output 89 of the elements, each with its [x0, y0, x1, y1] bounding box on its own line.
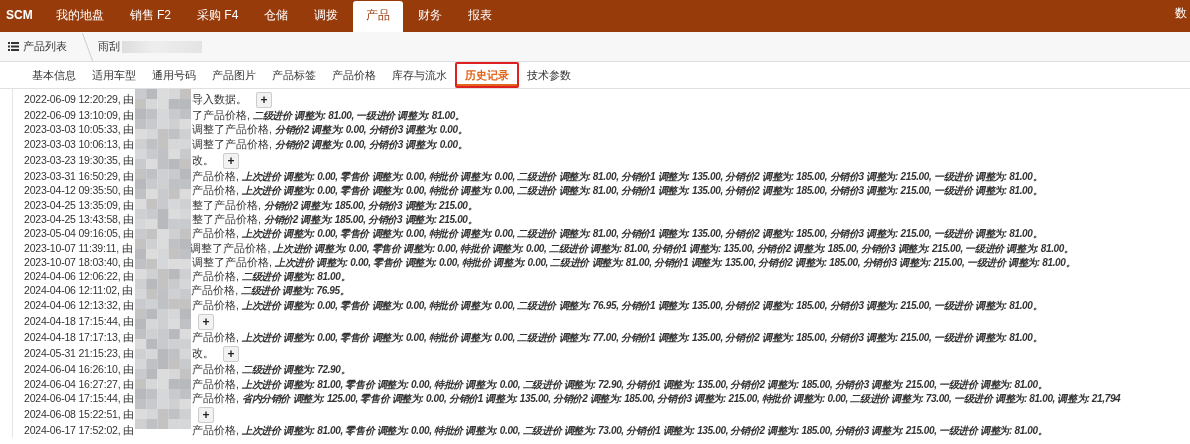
- log-timestamp: 2023-03-03 10:06:13, 由: [24, 137, 134, 152]
- header-text: 数: [1175, 5, 1187, 22]
- log-action: 导入数据。: [191, 93, 247, 107]
- log-action: 调整了产品价格,: [190, 241, 271, 256]
- nav-item[interactable]: 调拨: [301, 8, 352, 32]
- log-action: 产品价格,: [191, 424, 239, 439]
- expand-button[interactable]: +: [255, 92, 272, 108]
- log-action: 产品价格,: [191, 184, 239, 199]
- log-action: 整了产品价格,: [191, 212, 261, 227]
- tab[interactable]: 库存与流水: [384, 64, 455, 86]
- log-timestamp: 2022-06-09 13:10:09, 由: [24, 109, 134, 124]
- log-detail: 上次进价 调整为: 0.00, 零售价 调整为: 0.00, 特批价 调整为: 0.00, 二级进价 调整为: 81.00, 分销价1 调整为: 135.00, 分销价2 调整为: 185.00, 分销价3 调整为: 215.00, 一级进价 调整为: 81.00。: [241, 227, 1043, 242]
- log-timestamp: 2024-06-04 16:27:27, 由: [24, 377, 134, 392]
- log-timestamp: 2024-04-06 12:11:02, 由: [24, 284, 134, 299]
- log-timestamp: 2024-06-08 15:22:51, 由: [24, 408, 134, 423]
- log-action: 调整了产品价格,: [191, 123, 272, 138]
- log-action: 改。: [191, 153, 214, 168]
- log-detail: 省内分销价 调整为: 125.00, 零售价 调整为: 0.00, 分销价1 调整为: 135.00, 分销价2 调整为: 185.00, 分销价3 调整为: 215.00, 特批价 调整为: 0.00, 二级进价 调整为: 73.00, 一级进价 调整为: 81.00, 调整为: 21,794: [241, 391, 1121, 406]
- log-timestamp: 2024-04-18 17:17:13, 由: [24, 331, 134, 345]
- log-timestamp: 2023-03-23 19:30:35, 由: [24, 153, 134, 168]
- log-detail: 上次进价 调整为: 0.00, 零售价 调整为: 0.00, 特批价 调整为: 0.00, 二级进价 调整为: 76.95, 分销价1 调整为: 135.00, 分销价2 调整为: 185.00, 分销价3 调整为: 215.00, 一级进价 调整为: 81.00。: [241, 298, 1043, 313]
- log-action: 产品价格,: [191, 377, 239, 392]
- log-action: 整了产品价格,: [191, 198, 261, 213]
- log-timestamp: 2023-05-04 09:16:05, 由: [24, 227, 134, 242]
- log-detail: 上次进价 调整为: 0.00, 零售价 调整为: 0.00, 特批价 调整为: 0.00, 二级进价 调整为: 77.00, 分销价1 调整为: 135.00, 分销价2 调整为: 185.00, 分销价3 调整为: 215.00, 一级进价 调整为: 81.00。: [241, 331, 1043, 345]
- breadcrumb-current: 雨刮: [98, 39, 121, 54]
- tab[interactable]: 基本信息: [24, 64, 84, 86]
- nav-item[interactable]: 产品: [353, 1, 404, 32]
- log-timestamp: 2023-04-25 13:43:58, 由: [24, 212, 134, 227]
- tab[interactable]: 产品图片: [204, 64, 264, 86]
- nav-item[interactable]: 报表: [455, 8, 506, 32]
- tab[interactable]: 适用车型: [84, 64, 144, 86]
- log-detail: 二级进价 调整为: 81.00, 一级进价 调整为: 81.00。: [252, 109, 465, 124]
- expand-button[interactable]: +: [197, 313, 214, 330]
- log-action: 改。: [191, 347, 214, 362]
- log-timestamp: 2024-06-04 16:26:10, 由: [24, 363, 134, 378]
- tab[interactable]: 产品价格: [324, 64, 384, 86]
- log-action: 产品价格,: [191, 270, 239, 285]
- log-timestamp: 2024-04-06 12:13:32, 由: [24, 298, 134, 313]
- log-detail: 二级进价 调整为: 72.90。: [241, 363, 351, 378]
- log-action: 产品价格,: [191, 170, 239, 185]
- nav-item[interactable]: 财务: [405, 8, 456, 32]
- log-detail: 分销价2 调整为: 185.00, 分销价3 调整为: 215.00。: [263, 212, 478, 227]
- log-timestamp: 2022-06-09 12:20:29, 由: [24, 93, 134, 107]
- log-detail: 上次进价 调整为: 0.00, 零售价 调整为: 0.00, 特批价 调整为: 0.00, 二级进价 调整为: 81.00, 分销价1 调整为: 135.00, 分销价2 调整为: 185.00, 分销价3 调整为: 215.00, 一级进价 调整为: 81.00。: [241, 170, 1043, 185]
- log-action: 产品价格,: [191, 391, 239, 406]
- product-list-link[interactable]: 产品列表: [0, 39, 77, 54]
- log-action: 了产品价格,: [191, 109, 250, 124]
- log-detail: 二级进价 调整为: 81.00。: [241, 270, 351, 285]
- nav-item[interactable]: 我的地盘: [42, 8, 117, 32]
- expand-button[interactable]: +: [197, 407, 214, 424]
- log-action: 产品价格,: [191, 284, 239, 299]
- log-action: 产品价格,: [191, 331, 239, 345]
- log-timestamp: 2023-10-07 18:03:40, 由: [24, 255, 134, 270]
- nav-item[interactable]: 销售 F2: [116, 8, 184, 32]
- log-detail: 分销价2 调整为: 0.00, 分销价3 调整为: 0.00。: [274, 137, 468, 152]
- log-timestamp: 2023-03-31 16:50:29, 由: [24, 170, 134, 185]
- brand-logo[interactable]: SCM: [0, 8, 43, 32]
- log-detail: 上次进价 调整为: 0.00, 零售价 调整为: 0.00, 特批价 调整为: 0.00, 二级进价 调整为: 81.00, 分销价1 调整为: 135.00, 分销价2 调整为: 185.00, 分销价3 调整为: 215.00, 一级进价 调整为: 81.00。: [241, 184, 1043, 199]
- expand-button[interactable]: +: [222, 346, 239, 363]
- log-detail: 上次进价 调整为: 81.00, 零售价 调整为: 0.00, 特批价 调整为: 0.00, 二级进价 调整为: 72.90, 分销价1 调整为: 135.00, 分销价2 调整为: 185.00, 分销价3 调整为: 215.00, 一级进价 调整为: 81.00。: [241, 377, 1048, 392]
- expand-button[interactable]: +: [222, 152, 239, 169]
- log-action: 产品价格,: [191, 227, 239, 242]
- log-detail: 二级进价 调整为: 76.95。: [241, 284, 350, 299]
- log-action: 产品价格,: [191, 298, 239, 313]
- log-action: 产品价格,: [191, 363, 239, 378]
- log-detail: 分销价2 调整为: 185.00, 分销价3 调整为: 215.00。: [263, 198, 478, 213]
- log-detail: 上次进价 调整为: 81.00, 零售价 调整为: 0.00, 特批价 调整为: 0.00, 二级进价 调整为: 73.00, 分销价1 调整为: 135.00, 分销价2 调整为: 185.00, 分销价3 调整为: 215.00, 一级进价 调整为: 81.00。: [241, 424, 1048, 439]
- nav-item[interactable]: 采购 F4: [184, 8, 252, 32]
- log-timestamp: 2023-04-12 09:35:50, 由: [24, 184, 134, 199]
- log-timestamp: 2024-06-04 17:15:44, 由: [24, 391, 134, 406]
- tab[interactable]: 历史记录: [455, 62, 519, 88]
- tab[interactable]: 技术参数: [519, 64, 579, 86]
- nav-item[interactable]: 仓储: [251, 8, 302, 32]
- log-timestamp: 2024-06-17 17:52:02, 由: [24, 424, 134, 439]
- tab[interactable]: 产品标签: [264, 64, 324, 86]
- list-icon: [8, 42, 19, 51]
- tab[interactable]: 通用号码: [144, 64, 204, 86]
- log-timestamp: 2023-10-07 11:39:11, 由: [24, 241, 133, 256]
- log-action: 调整了产品价格,: [191, 137, 272, 152]
- log-action: 调整了产品价格,: [191, 255, 272, 270]
- log-detail: 分销价2 调整为: 0.00, 分销价3 调整为: 0.00。: [274, 123, 468, 138]
- log-timestamp: 2024-05-31 21:15:23, 由: [24, 347, 134, 362]
- log-detail: 上次进价 调整为: 0.00, 零售价 调整为: 0.00, 特批价 调整为: 0.00, 二级进价 调整为: 81.00, 分销价1 调整为: 135.00, 分销价2 调整为: 185.00, 分销价3 调整为: 215.00, 一级进价 调整为: 81.00。: [273, 241, 1074, 256]
- log-timestamp: 2023-03-03 10:05:33, 由: [24, 123, 134, 138]
- log-detail: 上次进价 调整为: 0.00, 零售价 调整为: 0.00, 特批价 调整为: 0.00, 二级进价 调整为: 81.00, 分销价1 调整为: 135.00, 分销价2 调整为: 185.00, 分销价3 调整为: 215.00, 一级进价 调整为: 81.00。: [274, 255, 1076, 270]
- log-timestamp: 2024-04-06 12:06:22, 由: [24, 270, 134, 285]
- log-timestamp: 2024-04-18 17:15:44, 由: [24, 314, 134, 329]
- log-timestamp: 2023-04-25 13:35:09, 由: [24, 198, 134, 213]
